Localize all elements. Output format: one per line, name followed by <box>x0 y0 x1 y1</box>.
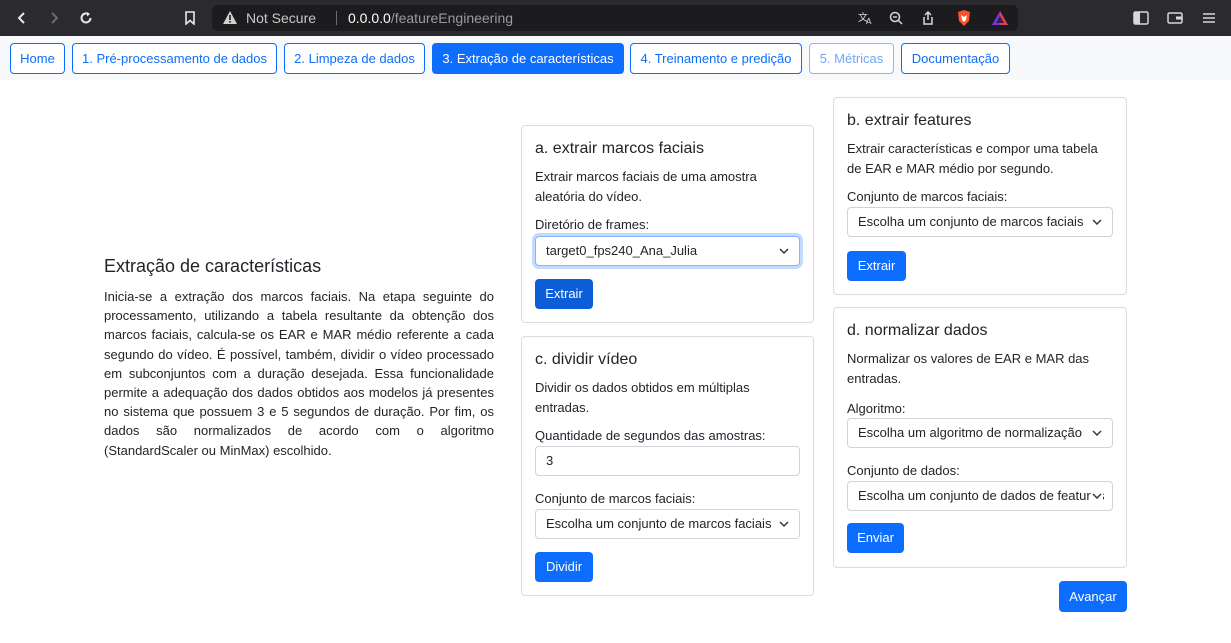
top-navigation: Home 1. Pré-processamento de dados 2. Li… <box>0 36 1231 80</box>
address-bar[interactable]: Not Secure 0.0.0.0/featureEngineering 文A <box>212 5 1018 31</box>
url-host: 0.0.0.0 <box>348 10 391 26</box>
card-a-description: Extrair marcos faciais de uma amostra al… <box>535 169 757 204</box>
dataset-label: Conjunto de dados: <box>847 463 960 478</box>
landmarks-set-value-b: Escolha um conjunto de marcos faciais <box>858 214 1084 229</box>
card-c-title: c. dividir vídeo <box>535 351 638 368</box>
card-b-description: Extrair características e compor uma tab… <box>847 141 1098 176</box>
card-extract-landmarks: a. extrair marcos faciais Extrair marcos… <box>521 125 814 323</box>
extract-landmarks-button[interactable]: Extrair <box>535 279 593 309</box>
seconds-input[interactable]: 3 <box>535 446 800 476</box>
seconds-label: Quantidade de segundos das amostras: <box>535 428 766 443</box>
forward-icon[interactable] <box>44 8 64 28</box>
chevron-down-icon <box>1091 419 1103 447</box>
back-icon[interactable] <box>12 8 32 28</box>
menu-icon[interactable] <box>1199 8 1219 28</box>
card-split-video: c. dividir vídeo Dividir os dados obtido… <box>521 336 814 596</box>
extract-features-button[interactable]: Extrair <box>847 251 906 281</box>
intro-section: Extração de características Inicia-se a … <box>104 256 494 460</box>
security-label: Not Secure <box>246 10 317 26</box>
landmarks-set-label-b: Conjunto de marcos faciais: <box>847 189 1008 204</box>
wallet-icon[interactable] <box>1165 8 1185 28</box>
card-b-title: b. extrair features <box>847 112 972 129</box>
nav-metrics: 5. Métricas <box>809 43 894 74</box>
algorithm-label: Algoritmo: <box>847 401 906 416</box>
card-d-title: d. normalizar dados <box>847 322 988 339</box>
card-d-description: Normalizar os valores de EAR e MAR das e… <box>847 351 1090 386</box>
card-normalize-data: d. normalizar dados Normalizar os valore… <box>833 307 1127 568</box>
url-separator <box>336 11 337 25</box>
brave-rewards-icon[interactable] <box>990 8 1010 28</box>
browser-toolbar: Not Secure 0.0.0.0/featureEngineering 文A <box>0 0 1231 36</box>
frames-directory-select[interactable]: target0_fps240_Ana_Julia <box>535 236 800 266</box>
chevron-down-icon <box>1091 208 1103 236</box>
dataset-select[interactable]: Escolha um conjunto de dados de features <box>847 481 1113 511</box>
brave-shield-icon[interactable] <box>954 8 974 28</box>
nav-cleaning[interactable]: 2. Limpeza de dados <box>284 43 425 74</box>
advance-button[interactable]: Avançar <box>1059 581 1127 612</box>
landmarks-set-select-c[interactable]: Escolha um conjunto de marcos faciais <box>535 509 800 539</box>
warning-icon <box>222 10 238 30</box>
algorithm-value: Escolha um algoritmo de normalização <box>858 425 1082 440</box>
nav-documentation[interactable]: Documentação <box>901 43 1010 74</box>
frames-directory-value: target0_fps240_Ana_Julia <box>546 243 698 258</box>
svg-text:A: A <box>866 17 872 25</box>
card-extract-features: b. extrair features Extrair característi… <box>833 97 1127 295</box>
chevron-down-icon <box>778 510 790 538</box>
nav-feature-extraction[interactable]: 3. Extração de características <box>432 43 624 74</box>
url-path: /featureEngineering <box>390 10 514 26</box>
url-text: 0.0.0.0/featureEngineering <box>348 10 513 26</box>
page-title: Extração de características <box>104 256 322 276</box>
translate-icon[interactable]: 文A <box>856 8 876 28</box>
nav-preprocessing[interactable]: 1. Pré-processamento de dados <box>72 43 277 74</box>
intro-text: Inicia-se a extração dos marcos faciais.… <box>104 289 494 458</box>
card-c-description: Dividir os dados obtidos em múltiplas en… <box>535 380 750 415</box>
zoom-icon[interactable] <box>886 8 906 28</box>
chevron-down-icon <box>778 237 790 265</box>
algorithm-select[interactable]: Escolha um algoritmo de normalização <box>847 418 1113 448</box>
send-button[interactable]: Enviar <box>847 523 904 553</box>
share-icon[interactable] <box>918 8 938 28</box>
dataset-value: Escolha um conjunto de dados de features <box>858 488 1105 503</box>
reload-icon[interactable] <box>76 8 96 28</box>
split-button[interactable]: Dividir <box>535 552 593 582</box>
nav-home[interactable]: Home <box>10 43 65 74</box>
chevron-down-icon <box>1091 482 1103 510</box>
bookmark-icon[interactable] <box>180 8 200 28</box>
nav-training[interactable]: 4. Treinamento e predição <box>630 43 802 74</box>
landmarks-set-select-b[interactable]: Escolha um conjunto de marcos faciais <box>847 207 1113 237</box>
frames-directory-label: Diretório de frames: <box>535 217 650 232</box>
sidebar-icon[interactable] <box>1131 8 1151 28</box>
landmarks-set-value-c: Escolha um conjunto de marcos faciais <box>546 516 772 531</box>
landmarks-set-label-c: Conjunto de marcos faciais: <box>535 491 696 506</box>
card-a-title: a. extrair marcos faciais <box>535 140 704 157</box>
